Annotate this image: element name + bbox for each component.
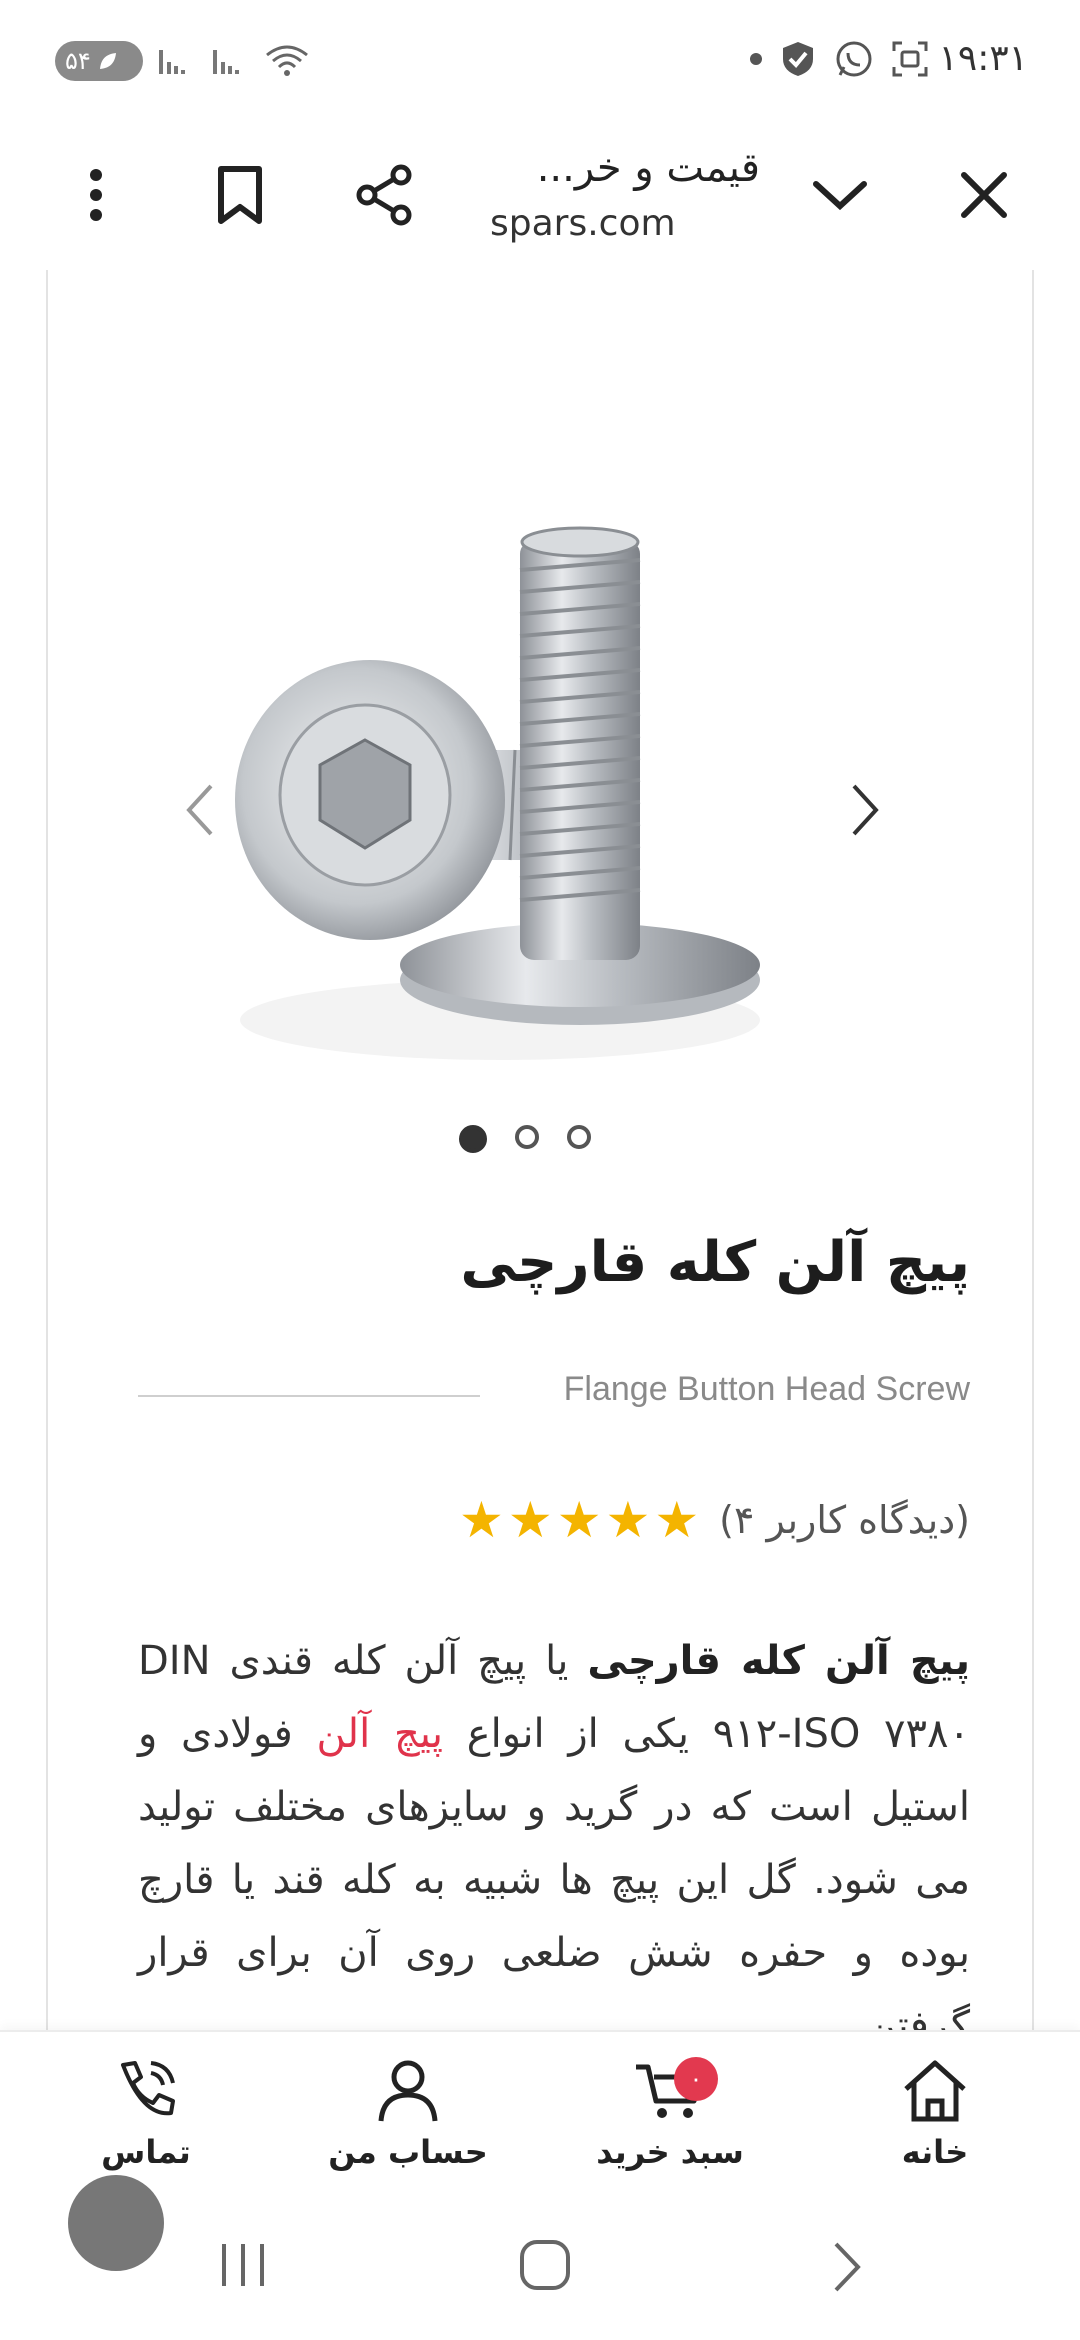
notification-dot (750, 53, 762, 65)
status-time: ۱۹:۳۱ (938, 38, 1028, 79)
bookmark-button[interactable] (200, 155, 280, 235)
home-circle-icon (520, 2240, 570, 2290)
nav-contact[interactable]: تماس (56, 2057, 236, 2171)
recent-apps-button[interactable] (218, 2240, 268, 2294)
phone-call-icon (121, 2061, 175, 2116)
more-menu-button[interactable] (56, 155, 136, 235)
desc-text-2: فولادی و استیل است که در گرید و سایزهای … (138, 1711, 970, 2030)
expand-toolbar-button[interactable] (800, 155, 880, 235)
nav-contact-label: تماس (101, 2133, 191, 2171)
signal-icon (159, 50, 185, 74)
chevron-down-icon (813, 181, 867, 211)
browser-toolbar: قیمت و خر... spars.com (0, 125, 1080, 272)
product-subtitle: Flange Button Head Screw (563, 1370, 970, 1408)
chevron-right-icon (834, 2242, 861, 2292)
review-count-link[interactable]: (دیدگاه کاربر ۴) (719, 1498, 970, 1542)
floating-assistive-button[interactable] (68, 2175, 164, 2271)
signal-icon-2 (213, 50, 239, 74)
product-rating: ★ ★ ★ ★ ★ (دیدگاه کاربر ۴) (459, 1495, 970, 1545)
desc-bold: پیچ آلن کله قارچی (587, 1638, 971, 1684)
bookmark-icon (218, 166, 262, 224)
home-system-button[interactable] (518, 2238, 572, 2296)
star-icon: ★ (654, 1491, 700, 1549)
nav-cart-label: سبد خرید (596, 2133, 744, 2171)
product-title: پیچ آلن کله قارچی (460, 1230, 970, 1295)
rating-stars: ★ ★ ★ ★ ★ (459, 1495, 699, 1545)
wifi-icon (266, 45, 308, 76)
back-system-button[interactable] (830, 2240, 864, 2298)
nav-account[interactable]: حساب من (318, 2057, 498, 2171)
close-icon (961, 172, 1007, 218)
carousel-next-button[interactable] (835, 770, 895, 850)
nav-home-label: خانه (901, 2133, 969, 2171)
carousel-dot-3[interactable] (567, 1125, 591, 1149)
subtitle-divider (138, 1395, 480, 1397)
star-icon: ★ (605, 1491, 651, 1549)
status-bar: ۵۴ ۱۹:۳۱ (0, 0, 1080, 125)
whatsapp-icon (836, 41, 872, 77)
status-right-icons (750, 38, 930, 80)
allen-screw-link[interactable]: پیچ آلن (316, 1711, 443, 1757)
product-image-carousel[interactable] (186, 370, 879, 1153)
battery-level: ۵۴ (65, 47, 91, 75)
nav-cart[interactable]: ۰ سبد خرید (580, 2057, 760, 2171)
share-button[interactable] (345, 155, 425, 235)
carousel-dot-1[interactable] (459, 1125, 487, 1153)
bottom-navigation: خانه ۰ سبد خرید حساب من تماس (0, 2030, 1080, 2197)
recent-apps-icon (222, 2244, 264, 2286)
battery-indicator: ۵۴ (55, 41, 143, 81)
cart-count-badge: ۰ (674, 2057, 718, 2101)
status-left-icons: ۵۴ (55, 40, 309, 82)
product-description: پیچ آلن کله قارچی یا پیچ آلن کله قندی DI… (138, 1625, 970, 2030)
page-url[interactable]: spars.com (490, 203, 760, 244)
shield-check-icon (783, 42, 813, 76)
nav-account-label: حساب من (328, 2133, 488, 2171)
home-icon (904, 2060, 966, 2122)
leaf-icon (99, 53, 116, 69)
star-icon: ★ (507, 1491, 553, 1549)
nav-home[interactable]: خانه (845, 2057, 1025, 2171)
chevron-right-icon (852, 784, 879, 836)
user-icon (378, 2060, 438, 2122)
page-content: پیچ آلن کله قارچی Flange Button Head Scr… (0, 270, 1080, 2030)
star-icon: ★ (459, 1491, 504, 1549)
close-tab-button[interactable] (944, 155, 1024, 235)
more-vertical-icon (90, 169, 102, 221)
product-image (235, 526, 760, 1060)
share-icon (356, 164, 412, 226)
carousel-prev-button[interactable] (170, 770, 230, 850)
carousel-dot-2[interactable] (515, 1125, 539, 1149)
screenshot-icon (892, 41, 928, 77)
star-icon: ★ (556, 1491, 602, 1549)
page-title[interactable]: قیمت و خر... (490, 145, 760, 191)
chevron-left-icon (186, 784, 213, 836)
carousel-dots (230, 1125, 820, 1153)
